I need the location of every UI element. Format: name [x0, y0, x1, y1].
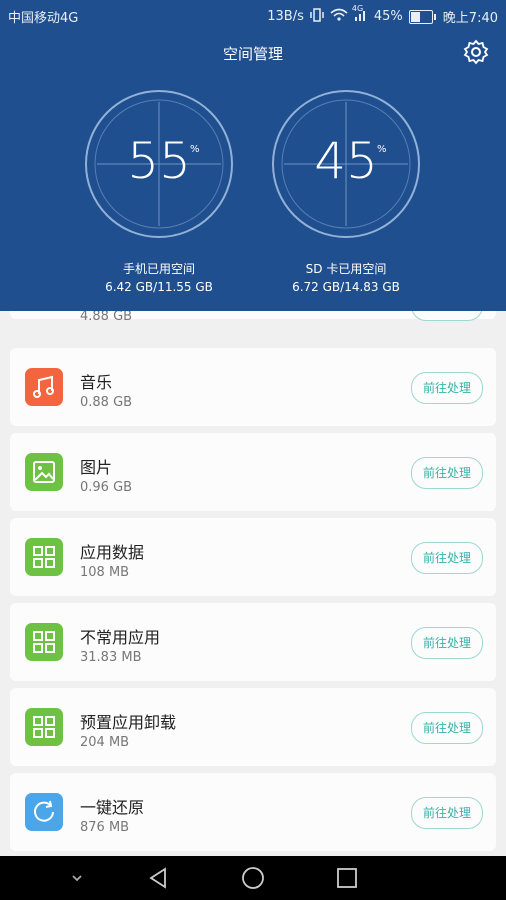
clock: 晚上7:40	[442, 11, 498, 26]
sd-storage-detail: 6.72 GB/14.83 GB	[292, 280, 400, 294]
percent-symbol: %	[377, 144, 387, 155]
item-size: 4.88 GB	[80, 309, 133, 324]
signal-icon: 4G	[352, 4, 368, 26]
network-speed: 13B/s	[267, 9, 304, 24]
sd-storage-gauge: 45 %	[270, 88, 422, 240]
list-item-restore[interactable]: 一键还原 876 MB 前往处理	[10, 773, 496, 851]
music-icon	[25, 368, 63, 406]
sd-usage-percent: 45	[314, 132, 378, 190]
go-process-button[interactable]: 前往处理	[411, 542, 483, 574]
item-name: 音乐	[80, 373, 113, 392]
list-item-images[interactable]: 图片 0.96 GB 前往处理	[10, 433, 496, 511]
carrier-text: 中国移动4G	[8, 11, 79, 26]
percent-symbol: %	[190, 144, 200, 155]
chevron-down-icon[interactable]	[64, 865, 90, 891]
item-name: 预置应用卸载	[80, 713, 177, 732]
wifi-icon	[330, 8, 348, 26]
item-name: 图片	[80, 458, 113, 477]
vibrate-icon	[310, 7, 324, 26]
phone-usage-percent: 55	[127, 132, 191, 190]
list-item-app-data[interactable]: 应用数据 108 MB 前往处理	[10, 518, 496, 596]
recents-icon[interactable]	[334, 865, 360, 891]
item-size: 204 MB	[80, 735, 130, 750]
item-size: 0.96 GB	[80, 480, 133, 495]
home-icon[interactable]	[240, 865, 266, 891]
list-item-preinstalled-uninstall[interactable]: 预置应用卸载 204 MB 前往处理	[10, 688, 496, 766]
item-name: 一键还原	[80, 798, 145, 817]
item-name: 应用数据	[80, 543, 145, 562]
back-icon[interactable]	[146, 865, 172, 891]
item-size: 31.83 MB	[80, 650, 142, 665]
item-size: 0.88 GB	[80, 395, 133, 410]
status-bar: 中国移动4G 13B/s 4G 45% 晚上7:40	[0, 0, 506, 30]
battery-icon	[408, 9, 436, 24]
apps-grid-icon	[25, 708, 63, 746]
item-name: 不常用应用	[80, 628, 161, 647]
page-title: 空间管理	[222, 45, 283, 63]
item-size: 108 MB	[80, 565, 130, 580]
go-process-button[interactable]: 前往处理	[411, 457, 483, 489]
go-process-button[interactable]: 前往处理	[411, 797, 483, 829]
storage-header: 中国移动4G 13B/s 4G 45% 晚上7:40 空间管理 55 % 手机已…	[0, 0, 506, 311]
apps-grid-icon	[25, 538, 63, 576]
navigation-bar	[0, 856, 506, 900]
phone-storage-detail: 6.42 GB/11.55 GB	[105, 280, 213, 294]
battery-percent: 45%	[373, 9, 403, 24]
go-process-button[interactable]: 前往处理	[411, 627, 483, 659]
go-process-button[interactable]: 前往处理	[411, 372, 483, 404]
apps-grid-icon	[25, 623, 63, 661]
phone-storage-gauge: 55 %	[83, 88, 235, 240]
restore-icon	[25, 793, 63, 831]
item-size: 876 MB	[80, 820, 130, 835]
list-item-unused-apps[interactable]: 不常用应用 31.83 MB 前往处理	[10, 603, 496, 681]
phone-storage-label: 手机已用空间 6.42 GB/11.55 GB	[64, 260, 254, 296]
gear-icon[interactable]	[462, 38, 490, 66]
go-process-button[interactable]: 前往处理	[411, 712, 483, 744]
image-icon	[25, 453, 63, 491]
sd-storage-label: SD 卡已用空间 6.72 GB/14.83 GB	[251, 260, 441, 296]
list-item-music[interactable]: 音乐 0.88 GB 前往处理	[10, 348, 496, 426]
